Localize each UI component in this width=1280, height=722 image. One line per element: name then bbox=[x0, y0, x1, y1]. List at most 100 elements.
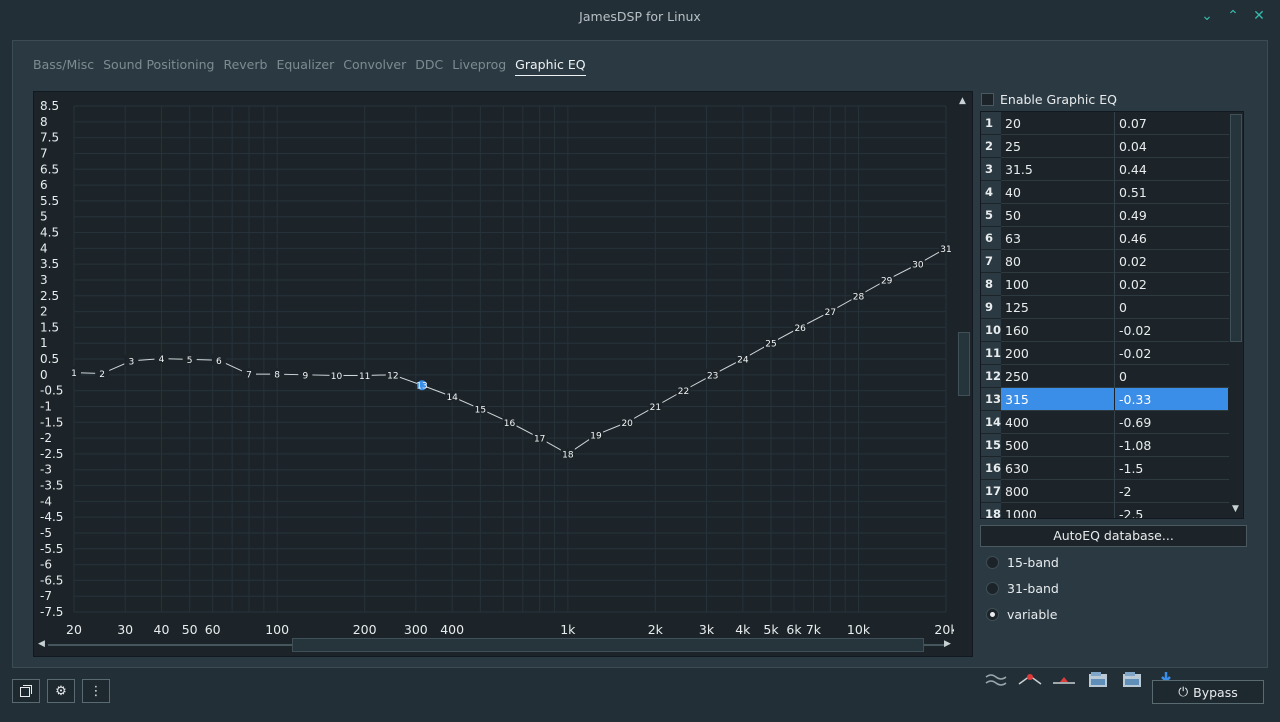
eq-node-label[interactable]: 27 bbox=[825, 308, 836, 318]
band-gain[interactable]: 0.49 bbox=[1115, 204, 1229, 227]
curve-point-icon[interactable] bbox=[1050, 669, 1078, 691]
radio-31-band[interactable]: 31-band bbox=[986, 581, 1059, 596]
band-frequency[interactable]: 400 bbox=[1001, 411, 1115, 434]
close-icon[interactable]: ✕ bbox=[1249, 6, 1269, 26]
band-gain[interactable]: -0.33 bbox=[1115, 388, 1229, 411]
eq-node-label[interactable]: 26 bbox=[794, 324, 806, 334]
eq-node-label[interactable]: 5 bbox=[187, 356, 193, 366]
enable-graphic-eq[interactable]: Enable Graphic EQ bbox=[981, 92, 1117, 107]
band-frequency[interactable]: 250 bbox=[1001, 365, 1115, 388]
table-row[interactable]: 5 50 0.49 bbox=[981, 204, 1229, 227]
table-row[interactable]: 12 250 0 bbox=[981, 365, 1229, 388]
enable-checkbox[interactable] bbox=[981, 93, 994, 106]
band-frequency[interactable]: 160 bbox=[1001, 319, 1115, 342]
band-frequency[interactable]: 200 bbox=[1001, 342, 1115, 365]
band-gain[interactable]: 0.46 bbox=[1115, 227, 1229, 250]
table-row[interactable]: 6 63 0.46 bbox=[981, 227, 1229, 250]
eq-node-label[interactable]: 15 bbox=[475, 405, 486, 415]
band-frequency[interactable]: 100 bbox=[1001, 273, 1115, 296]
band-frequency[interactable]: 31.5 bbox=[1001, 158, 1115, 181]
import-icon[interactable] bbox=[1084, 669, 1112, 691]
eq-node-label[interactable]: 19 bbox=[590, 431, 602, 441]
table-row[interactable]: 7 80 0.02 bbox=[981, 250, 1229, 273]
scroll-right-icon[interactable]: ▶ bbox=[944, 639, 951, 649]
table-row[interactable]: 8 100 0.02 bbox=[981, 273, 1229, 296]
tab-ddc[interactable]: DDC bbox=[415, 57, 443, 76]
table-scroll-thumb[interactable] bbox=[1230, 114, 1242, 342]
radio-15-band[interactable]: 15-band bbox=[986, 555, 1059, 570]
band-frequency[interactable]: 315 bbox=[1001, 388, 1115, 411]
band-frequency[interactable]: 25 bbox=[1001, 135, 1115, 158]
graph-vertical-scrollbar[interactable]: ▲ bbox=[956, 96, 970, 630]
scroll-up-icon[interactable]: ▲ bbox=[959, 96, 966, 106]
eq-node-label[interactable]: 31 bbox=[940, 245, 951, 255]
table-row[interactable]: 11 200 -0.02 bbox=[981, 342, 1229, 365]
table-row[interactable]: 10 160 -0.02 bbox=[981, 319, 1229, 342]
eq-node-label[interactable]: 22 bbox=[678, 387, 689, 397]
table-row[interactable]: 18 1000 -2.5 bbox=[981, 503, 1229, 518]
eq-node-label[interactable]: 10 bbox=[331, 372, 343, 382]
table-scrollbar[interactable]: ▼ bbox=[1229, 112, 1243, 518]
band-table[interactable]: 18 1000 -2.5 17 800 -2 16 630 -1.5 15 500 -1.08 14 40… bbox=[980, 111, 1244, 519]
band-gain[interactable]: -1.5 bbox=[1115, 457, 1229, 480]
band-frequency[interactable]: 80 bbox=[1001, 250, 1115, 273]
band-gain[interactable]: 0.07 bbox=[1115, 112, 1229, 135]
tab-sound-positioning[interactable]: Sound Positioning bbox=[103, 57, 214, 76]
band-gain[interactable]: -1.08 bbox=[1115, 434, 1229, 457]
band-frequency[interactable]: 1000 bbox=[1001, 503, 1115, 518]
eq-node-label[interactable]: 24 bbox=[737, 356, 749, 366]
tab-graphic-eq[interactable]: Graphic EQ bbox=[515, 57, 586, 76]
eq-node-label[interactable]: 18 bbox=[562, 450, 574, 460]
eq-node-label[interactable]: 20 bbox=[621, 419, 633, 429]
band-gain[interactable]: 0.44 bbox=[1115, 158, 1229, 181]
eq-node-label[interactable]: 11 bbox=[359, 372, 370, 382]
band-frequency[interactable]: 50 bbox=[1001, 204, 1115, 227]
table-scroll-down-icon[interactable]: ▼ bbox=[1232, 504, 1239, 514]
table-row[interactable]: 9 125 0 bbox=[981, 296, 1229, 319]
table-row[interactable]: 2 25 0.04 bbox=[981, 135, 1229, 158]
band-frequency[interactable]: 630 bbox=[1001, 457, 1115, 480]
band-gain[interactable]: 0 bbox=[1115, 365, 1229, 388]
tab-convolver[interactable]: Convolver bbox=[343, 57, 406, 76]
eq-node-label[interactable]: 14 bbox=[446, 393, 458, 403]
radio-15-band-dot[interactable] bbox=[986, 556, 999, 569]
band-gain[interactable]: 0.04 bbox=[1115, 135, 1229, 158]
table-row[interactable]: 16 630 -1.5 bbox=[981, 457, 1229, 480]
band-frequency[interactable]: 800 bbox=[1001, 480, 1115, 503]
radio-variable[interactable]: variable bbox=[986, 607, 1057, 622]
radio-variable-dot[interactable] bbox=[986, 608, 999, 621]
eq-node-label[interactable]: 30 bbox=[912, 261, 924, 271]
minimize-icon[interactable]: ⌄ bbox=[1197, 6, 1217, 26]
radio-31-band-dot[interactable] bbox=[986, 582, 999, 595]
table-row[interactable]: 17 800 -2 bbox=[981, 480, 1229, 503]
table-row[interactable]: 14 400 -0.69 bbox=[981, 411, 1229, 434]
tab-liveprog[interactable]: Liveprog bbox=[452, 57, 506, 76]
eq-node-label[interactable]: 13 bbox=[416, 382, 427, 392]
eq-node-label[interactable]: 25 bbox=[765, 340, 776, 350]
autoeq-database-button[interactable]: AutoEQ database... bbox=[980, 525, 1247, 547]
eq-node-label[interactable]: 23 bbox=[707, 371, 718, 381]
eq-node-label[interactable]: 7 bbox=[246, 371, 252, 381]
eq-node-label[interactable]: 4 bbox=[159, 355, 165, 365]
eq-node-label[interactable]: 21 bbox=[650, 403, 661, 413]
band-gain[interactable]: -0.02 bbox=[1115, 319, 1229, 342]
band-frequency[interactable]: 20 bbox=[1001, 112, 1115, 135]
eq-node-label[interactable]: 3 bbox=[128, 357, 134, 367]
maximize-icon[interactable]: ⌃ bbox=[1223, 6, 1243, 26]
table-row[interactable]: 13 315 -0.33 bbox=[981, 388, 1229, 411]
eq-node-label[interactable]: 28 bbox=[853, 292, 865, 302]
eq-node-label[interactable]: 29 bbox=[881, 276, 893, 286]
band-gain[interactable]: -0.02 bbox=[1115, 342, 1229, 365]
bypass-button[interactable]: ⏻ Bypass bbox=[1152, 680, 1264, 704]
export-icon[interactable] bbox=[1118, 669, 1146, 691]
band-gain[interactable]: -0.69 bbox=[1115, 411, 1229, 434]
tab-bass-misc[interactable]: Bass/Misc bbox=[33, 57, 94, 76]
band-frequency[interactable]: 40 bbox=[1001, 181, 1115, 204]
band-gain[interactable]: 0.02 bbox=[1115, 250, 1229, 273]
vscroll-thumb[interactable] bbox=[958, 332, 970, 396]
band-frequency[interactable]: 63 bbox=[1001, 227, 1115, 250]
eq-graph[interactable]: 8.5 8 7.5 7 6.5 6 5.5 5 4.5 4 3.5 3 2.5 2 1.5 1 0.5 0 -0.5… bbox=[33, 91, 973, 657]
band-gain[interactable]: -2 bbox=[1115, 480, 1229, 503]
eq-node-label[interactable]: 12 bbox=[387, 371, 398, 381]
table-row[interactable]: 15 500 -1.08 bbox=[981, 434, 1229, 457]
